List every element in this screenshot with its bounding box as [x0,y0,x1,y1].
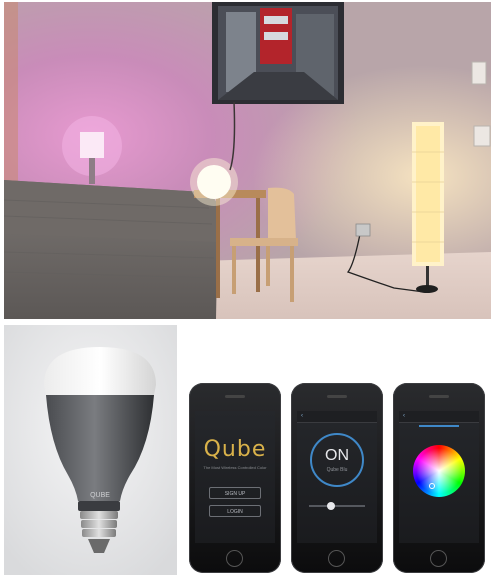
power-state: ON [325,447,349,464]
light-switch [473,125,491,147]
phone-control: ‹ ON Qube Blu [291,383,383,573]
earpiece [327,395,347,398]
color-picker-handle[interactable] [429,483,435,489]
qube-logo: Qube [203,437,267,462]
brightness-slider[interactable] [309,502,365,510]
home-button[interactable] [328,550,345,567]
app-screens-photo: Qube The Most Wireless Controlled Color … [181,325,491,575]
thermostat-panel [471,61,487,85]
login-button[interactable]: LOGIN [209,505,261,517]
home-button[interactable] [430,550,447,567]
earpiece [225,395,245,398]
tab-indicator [419,425,459,427]
phone-color: ‹ [393,383,485,573]
bulb-name: Qube Blu [326,467,348,473]
color-wheel[interactable] [413,445,465,497]
back-icon[interactable]: ‹ [301,413,303,419]
room-photo [4,2,491,319]
bulb-product-photo: QUBE [4,325,177,575]
login-screen: Qube The Most Wireless Controlled Color … [195,411,275,543]
sofa [4,180,218,319]
sign-up-button[interactable]: SIGN UP [209,487,261,499]
control-topbar: ‹ [297,411,377,423]
wall-socket [355,223,371,237]
home-button[interactable] [226,550,243,567]
color-topbar: ‹ [399,411,479,423]
back-icon[interactable]: ‹ [403,413,405,419]
wall-picture [212,2,344,104]
color-screen: ‹ [399,411,479,543]
phone-login: Qube The Most Wireless Controlled Color … [189,383,281,573]
app-tagline: The Most Wireless Controlled Color [203,465,267,470]
bulb-brand-mark: QUBE [90,492,110,499]
earpiece [429,395,449,398]
control-screen: ‹ ON Qube Blu [297,411,377,543]
slider-thumb[interactable] [327,502,335,510]
